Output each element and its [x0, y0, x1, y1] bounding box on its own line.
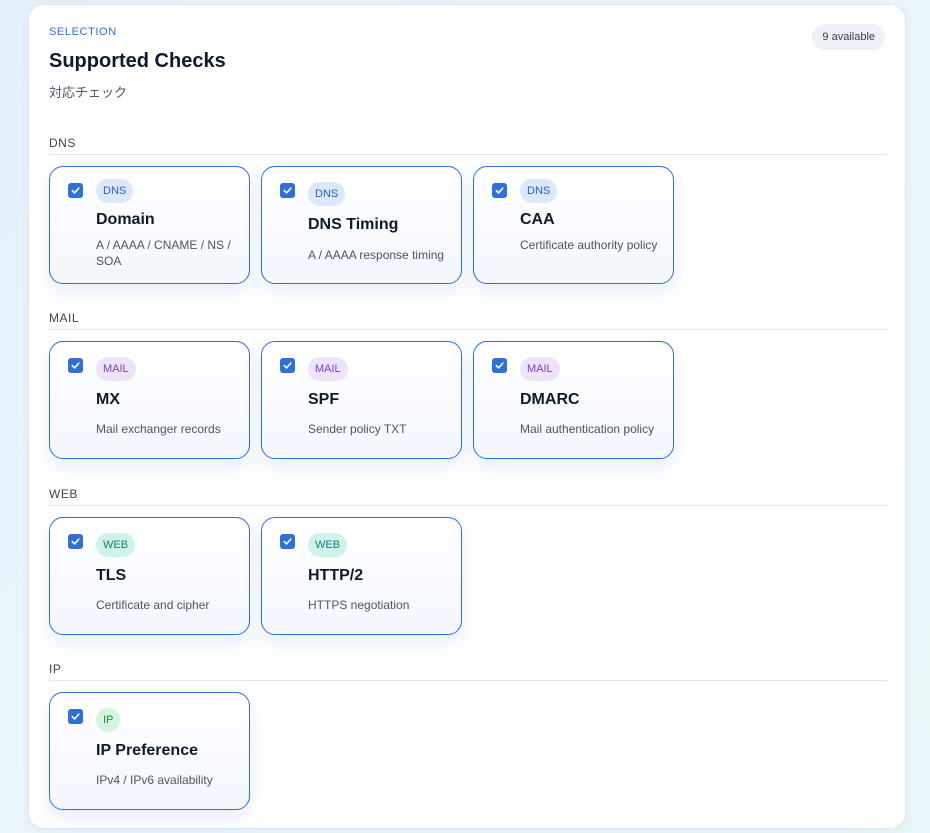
card-title: MX — [96, 391, 120, 408]
check-card-dmarc[interactable]: MAIL DMARC Mail authentication policy — [473, 341, 674, 459]
card-description: Certificate and cipher — [96, 598, 210, 612]
card-title: SPF — [308, 391, 340, 408]
card-title: CAA — [520, 211, 555, 228]
section-eyebrow: SELECTION — [49, 26, 117, 38]
check-card-dns-timing[interactable]: DNS DNS Timing A / AAAA response timing — [261, 166, 462, 284]
category-badge: WEB — [96, 533, 136, 557]
check-card-tls[interactable]: WEB TLS Certificate and cipher — [49, 517, 250, 635]
section-web: WEB WEB TLS Certificate and cipher WEB H… — [49, 487, 887, 635]
card-title: TLS — [96, 567, 127, 584]
card-title: DNS Timing — [308, 216, 399, 233]
checkbox-checked-icon[interactable] — [68, 183, 83, 198]
category-badge: MAIL — [520, 357, 560, 381]
card-title: HTTP/2 — [308, 567, 364, 584]
section-dns: DNS DNS Domain A / AAAA / CNAME / NS / S… — [49, 136, 887, 284]
card-description: Mail authentication policy — [520, 422, 655, 436]
card-title: Domain — [96, 211, 155, 228]
card-description: Certificate authority policy — [520, 238, 658, 252]
category-badge: WEB — [308, 533, 348, 557]
category-badge: MAIL — [308, 357, 348, 381]
check-card-http2[interactable]: WEB HTTP/2 HTTPS negotiation — [261, 517, 462, 635]
section-heading: IP — [49, 662, 887, 681]
card-description: HTTPS negotiation — [308, 598, 410, 612]
checkbox-checked-icon[interactable] — [280, 358, 295, 373]
check-card-ip-preference[interactable]: IP IP Preference IPv4 / IPv6 availabilit… — [49, 692, 250, 810]
checkbox-checked-icon[interactable] — [68, 709, 83, 724]
card-description: IPv4 / IPv6 availability — [96, 773, 213, 787]
category-badge: MAIL — [96, 357, 136, 381]
card-description: Sender policy TXT — [308, 422, 407, 436]
category-badge: DNS — [308, 182, 346, 206]
check-card-domain[interactable]: DNS Domain A / AAAA / CNAME / NS / SOA — [49, 166, 250, 284]
section-mail: MAIL MAIL MX Mail exchanger records MAIL… — [49, 311, 887, 459]
supported-checks-panel: SELECTION Supported Checks 対応チェック 9 avai… — [28, 4, 906, 829]
category-badge: DNS — [96, 179, 134, 203]
checkbox-checked-icon[interactable] — [68, 534, 83, 549]
checkbox-checked-icon[interactable] — [492, 183, 507, 198]
card-description: Mail exchanger records — [96, 422, 221, 436]
card-description: A / AAAA response timing — [308, 248, 445, 262]
card-description: A / AAAA / CNAME / NS / SOA — [96, 238, 231, 268]
card-title: DMARC — [520, 391, 580, 408]
page-subtitle: 対応チェック — [49, 85, 128, 100]
checkbox-checked-icon[interactable] — [280, 183, 295, 198]
checkbox-checked-icon[interactable] — [492, 358, 507, 373]
card-title: IP Preference — [96, 742, 198, 759]
section-heading: MAIL — [49, 311, 887, 330]
check-card-spf[interactable]: MAIL SPF Sender policy TXT — [261, 341, 462, 459]
checkbox-checked-icon[interactable] — [68, 358, 83, 373]
section-ip: IP IP IP Preference IPv4 / IPv6 availabi… — [49, 662, 887, 810]
page-title: Supported Checks — [49, 50, 226, 72]
category-badge: DNS — [520, 179, 558, 203]
checkbox-checked-icon[interactable] — [280, 534, 295, 549]
check-card-caa[interactable]: DNS CAA Certificate authority policy — [473, 166, 674, 284]
category-badge: IP — [96, 708, 121, 732]
section-heading: WEB — [49, 487, 887, 506]
available-count-badge: 9 available — [812, 24, 885, 50]
check-card-mx[interactable]: MAIL MX Mail exchanger records — [49, 341, 250, 459]
section-heading: DNS — [49, 136, 887, 155]
